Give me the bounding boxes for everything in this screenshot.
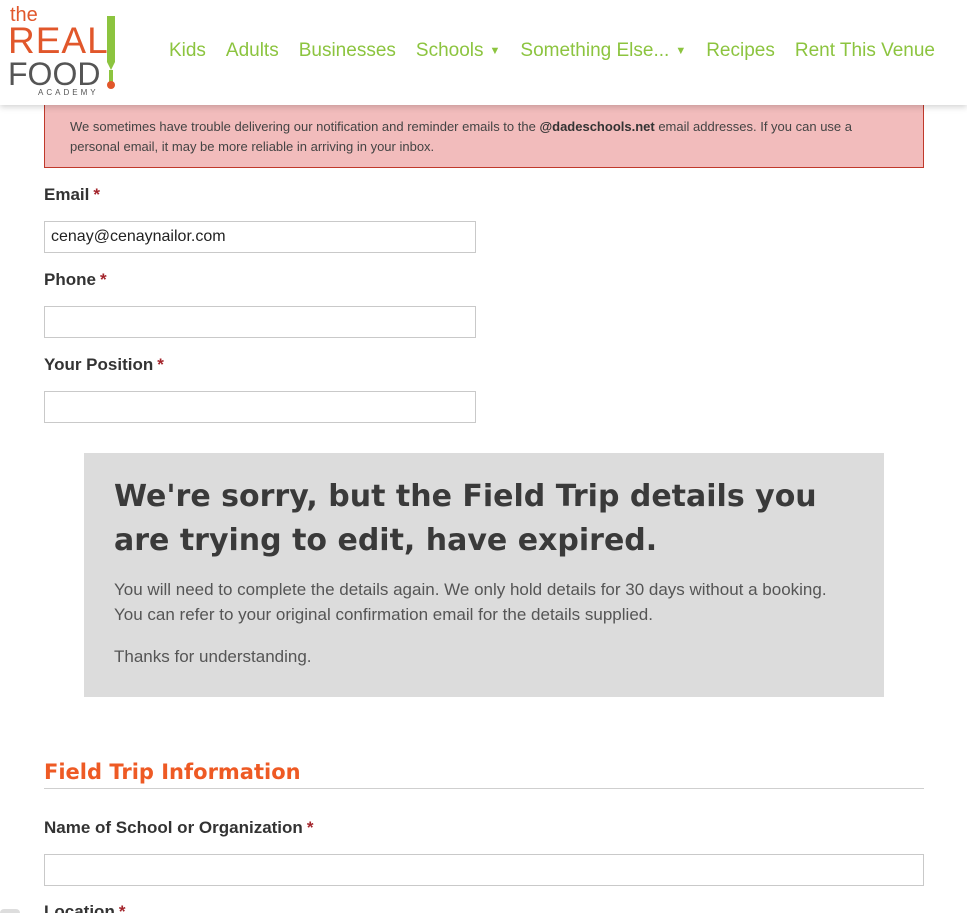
nav-recipes[interactable]: Recipes xyxy=(706,40,775,62)
notice-body: You will need to complete the details ag… xyxy=(114,580,827,624)
position-field[interactable] xyxy=(44,391,476,423)
nav-label: Schools xyxy=(415,40,484,61)
nav-schools[interactable]: Schools ▼ xyxy=(416,40,501,62)
email-label: Email * xyxy=(44,185,100,205)
nav-label: Something Else... xyxy=(520,40,670,61)
site-header: the REAL FOOD ACADEMY Kids Adults Busine… xyxy=(0,0,967,105)
notice-heading: We're sorry, but the Field Trip details … xyxy=(114,479,817,558)
alert-domain: @dadeschools.net xyxy=(539,119,655,134)
school-label-text: Name of School or Organization xyxy=(44,818,303,837)
chevron-down-icon: ▼ xyxy=(675,45,687,57)
main-nav: Kids Adults Businesses Schools ▼ Somethin… xyxy=(149,40,935,62)
required-marker: * xyxy=(157,355,164,374)
real-food-academy-logo[interactable]: the REAL FOOD ACADEMY xyxy=(6,4,124,100)
phone-label: Phone * xyxy=(44,270,107,290)
email-field[interactable] xyxy=(44,221,476,253)
nav-kids[interactable]: Kids xyxy=(169,40,206,62)
position-label-text: Your Position xyxy=(44,355,154,374)
nav-label: Recipes xyxy=(706,40,775,61)
phone-label-text: Phone xyxy=(44,270,96,289)
phone-field[interactable] xyxy=(44,306,476,338)
required-marker: * xyxy=(99,270,107,289)
chevron-down-icon: ▼ xyxy=(489,45,501,57)
required-marker: * xyxy=(118,902,126,913)
location-label-text: Location xyxy=(44,902,115,913)
location-label: Location * xyxy=(44,902,125,913)
scroll-tab xyxy=(0,909,20,913)
required-marker: * xyxy=(93,185,100,204)
knife-icon xyxy=(107,16,115,89)
nav-businesses[interactable]: Businesses xyxy=(299,40,396,62)
nav-something-else[interactable]: Something Else... ▼ xyxy=(520,40,686,62)
logo-academy: ACADEMY xyxy=(38,88,99,97)
nav-label: Kids xyxy=(168,40,206,61)
nav-label: Rent This Venue xyxy=(794,40,935,61)
alert-text-before: We sometimes have trouble delivering our… xyxy=(70,119,540,134)
nav-label: Businesses xyxy=(298,40,396,61)
nav-label: Adults xyxy=(225,40,279,61)
position-label: Your Position * xyxy=(44,355,164,375)
school-label: Name of School or Organization * xyxy=(44,818,313,838)
nav-adults[interactable]: Adults xyxy=(226,40,279,62)
school-name-field[interactable] xyxy=(44,854,924,886)
nav-rent-this-venue[interactable]: Rent This Venue xyxy=(795,40,935,62)
expired-notice: We're sorry, but the Field Trip details … xyxy=(84,453,884,697)
required-marker: * xyxy=(306,818,314,837)
notice-thanks: Thanks for understanding. xyxy=(114,647,312,666)
email-label-text: Email xyxy=(44,185,90,204)
section-title-field-trip: Field Trip Information xyxy=(44,760,924,789)
email-delivery-alert: We sometimes have trouble delivering our… xyxy=(44,104,924,168)
